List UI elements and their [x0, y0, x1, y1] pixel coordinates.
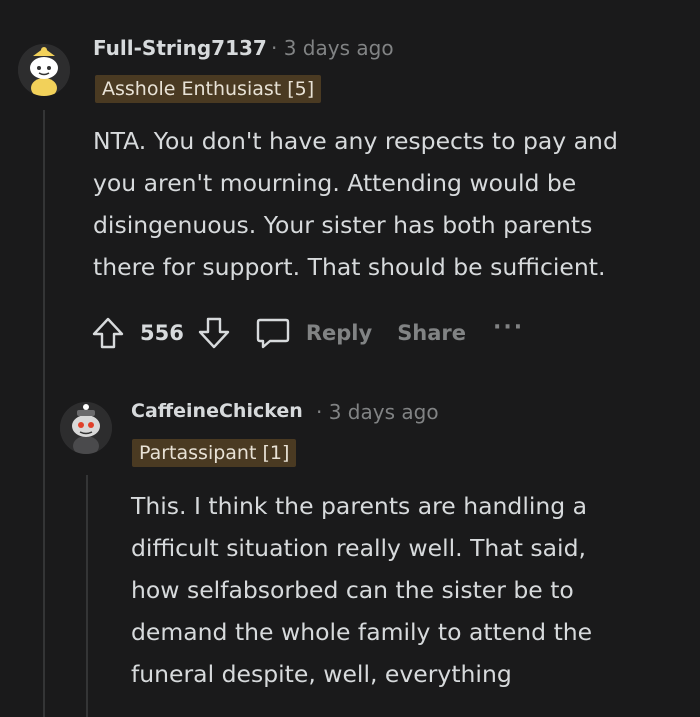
avatar[interactable] [18, 44, 70, 96]
share-button[interactable]: Share [397, 321, 466, 345]
upvote-icon [92, 317, 124, 349]
comment-meta: · 3 days ago [271, 36, 394, 60]
comment-bubble-icon [256, 318, 290, 349]
comment-actions: 556 Reply Share ··· [90, 313, 524, 353]
downvote-icon [198, 317, 230, 349]
comment-line: demand the whole family to attend the [131, 618, 593, 646]
comment-timestamp[interactable]: 3 days ago [329, 400, 439, 424]
comment-body: NTA. You don't have any respects to pay … [93, 120, 618, 288]
comment-line: you aren't mourning. Attending would be [93, 169, 577, 197]
snoo-avatar-icon [18, 44, 70, 96]
vote-count: 556 [140, 321, 184, 345]
comment-meta: · 3 days ago [316, 400, 439, 424]
comment-line: This. I think the parents are handling a [131, 492, 588, 520]
comment-timestamp[interactable]: 3 days ago [284, 36, 394, 60]
meta-separator: · [271, 36, 278, 60]
comment-line: disingenuous. Your sister has both paren… [93, 211, 593, 239]
meta-separator: · [316, 400, 323, 424]
thread-line-1[interactable] [43, 110, 45, 717]
user-flair: Partassipant [1] [132, 439, 297, 467]
downvote-button[interactable] [196, 315, 232, 351]
reply-button[interactable]: Reply [254, 314, 372, 352]
reply-label: Reply [305, 321, 373, 345]
comment-author[interactable]: Full-String7137 [93, 36, 267, 60]
more-options-icon[interactable]: ··· [493, 315, 524, 340]
avatar[interactable] [60, 402, 112, 454]
comment-author[interactable]: CaffeineChicken [131, 400, 303, 422]
comment-body: This. I think the parents are handling a… [131, 485, 592, 695]
user-flair: Asshole Enthusiast [5] [95, 75, 322, 103]
comment-line: there for support. That should be suffic… [93, 253, 606, 281]
comment-line: difficult situation really well. That sa… [131, 534, 586, 562]
comment-line: funeral despite, well, everything [131, 660, 512, 688]
snoo-avatar-icon [60, 402, 112, 454]
upvote-button[interactable] [90, 315, 126, 351]
thread-line-2[interactable] [86, 475, 88, 717]
comment-line: how selfabsorbed can the sister be to [131, 576, 574, 604]
comment-line: NTA. You don't have any respects to pay … [93, 127, 618, 155]
